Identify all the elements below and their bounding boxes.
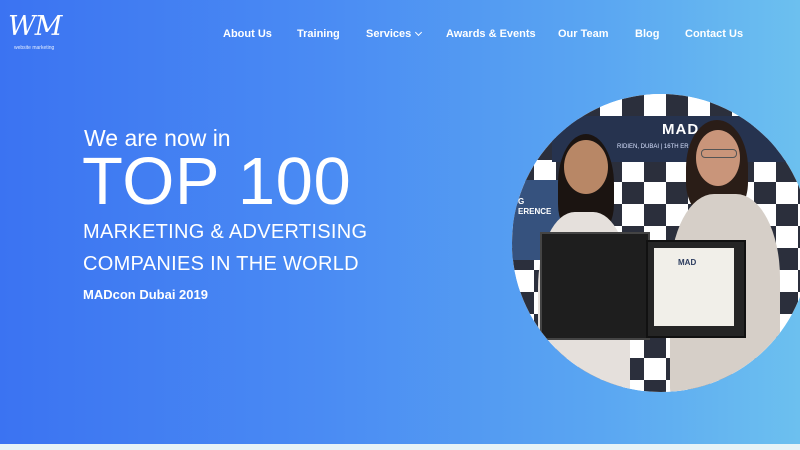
nav-our-team[interactable]: Our Team bbox=[558, 26, 609, 42]
hero-subline-1: MARKETING & ADVERTISING bbox=[83, 221, 368, 243]
hero-subline-2: COMPANIES IN THE WORLD bbox=[83, 253, 359, 275]
nav-training[interactable]: Training bbox=[297, 26, 340, 42]
award-photo: MAD RIDIEN, DUBAI | 16TH ER, 2019 G EREN… bbox=[512, 94, 800, 392]
certificate-logo: MAD bbox=[678, 258, 697, 267]
chevron-down-icon bbox=[415, 28, 423, 37]
nav-about-us[interactable]: About Us bbox=[223, 26, 272, 42]
glasses-shape bbox=[701, 149, 737, 158]
person-2-face bbox=[696, 130, 740, 186]
logo-tagline: website marketing bbox=[14, 45, 55, 51]
nav-blog[interactable]: Blog bbox=[635, 26, 659, 42]
nav-contact-us[interactable]: Contact Us bbox=[685, 26, 743, 42]
hero-headline: TOP 100 bbox=[82, 144, 352, 219]
hero-section: WM website marketing About Us Training S… bbox=[0, 0, 800, 450]
award-folder bbox=[540, 232, 650, 340]
photo-side-text: G ERENCE bbox=[518, 197, 552, 216]
next-section-edge bbox=[0, 444, 800, 450]
person-1-face bbox=[564, 140, 608, 194]
nav-services[interactable]: Services bbox=[366, 26, 423, 42]
nav-services-label: Services bbox=[366, 28, 412, 40]
nav-awards-events[interactable]: Awards & Events bbox=[446, 26, 536, 42]
hero-event-label: MADcon Dubai 2019 bbox=[83, 287, 208, 302]
main-nav: About Us Training Services Awards & Even… bbox=[0, 26, 800, 44]
